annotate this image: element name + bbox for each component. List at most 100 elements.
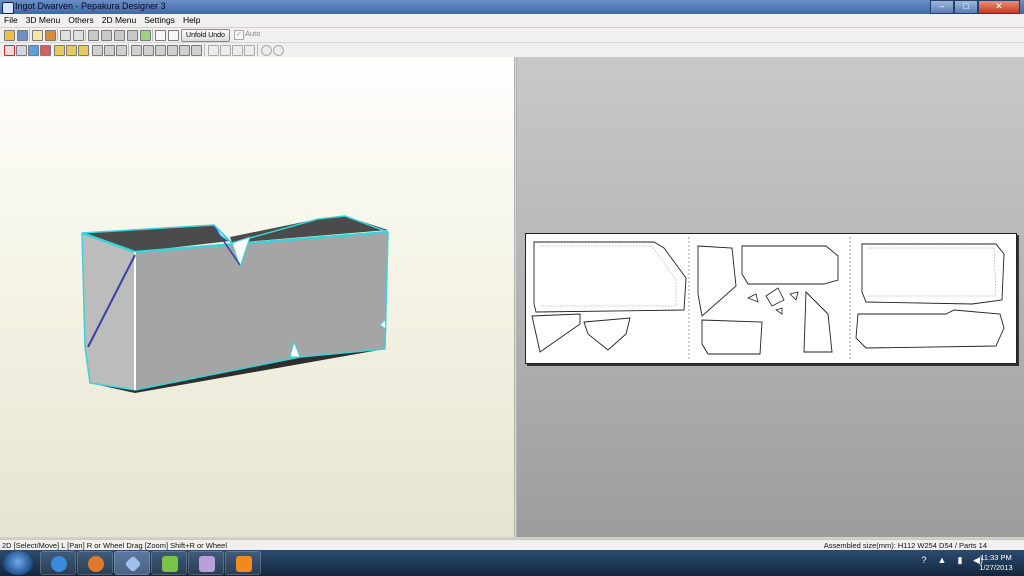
menu-3d[interactable]: 3D Menu [22, 14, 65, 27]
status-hint: 2D [Select/Move] L [Pan] R or Wheel Drag… [2, 541, 228, 550]
tool-icon[interactable] [116, 45, 127, 56]
part-outline [861, 243, 1005, 305]
tool-icon[interactable] [167, 45, 178, 56]
texture-icon[interactable] [45, 30, 56, 41]
pencil-icon[interactable] [88, 30, 99, 41]
taskbar: ? ▲ ▮ ◀) 11:33 PM 1/27/2013 [0, 550, 1024, 576]
menu-others[interactable]: Others [64, 14, 98, 27]
tool-icon[interactable] [40, 45, 51, 56]
edit-toolbar [0, 43, 1024, 58]
3d-model[interactable] [0, 57, 514, 537]
3d-view[interactable] [0, 57, 514, 537]
part-outline [697, 245, 737, 317]
taskbar-photo-button[interactable] [225, 551, 261, 575]
tool-icon[interactable] [54, 45, 65, 56]
tool-icon[interactable] [143, 45, 154, 56]
tool-icon[interactable] [28, 45, 39, 56]
pepakura-icon [124, 555, 142, 573]
window-title: Ingot Dwarven - Pepakura Designer 3 [15, 1, 166, 11]
part-outline [533, 241, 687, 313]
open-icon[interactable] [4, 30, 15, 41]
tool-icon[interactable] [191, 45, 202, 56]
tool-icon[interactable] [155, 45, 166, 56]
notepad-icon [162, 556, 178, 572]
app-icon[interactable] [2, 2, 14, 14]
media-icon [199, 556, 215, 572]
tool-icon[interactable] [104, 45, 115, 56]
menu-help[interactable]: Help [179, 14, 204, 27]
3d-view-icon[interactable] [32, 30, 43, 41]
part-outline [803, 290, 833, 353]
tool-icon[interactable] [131, 45, 142, 56]
copy-icon[interactable] [127, 30, 138, 41]
window-icon[interactable] [168, 30, 179, 41]
menu-file[interactable]: File [0, 14, 22, 27]
photo-icon [236, 556, 252, 572]
part-outline [741, 245, 839, 285]
maximize-button[interactable]: □ [954, 0, 978, 14]
2d-view[interactable] [517, 57, 1024, 537]
part-outline [765, 287, 785, 307]
auto-label: Auto [245, 29, 261, 38]
taskbar-pepakura-button[interactable] [114, 551, 150, 575]
auto-checkbox[interactable]: ✓ [234, 30, 244, 40]
minimize-button[interactable]: – [930, 0, 954, 14]
align-icon[interactable] [220, 45, 231, 56]
status-size: Assembled size(mm): H112 W254 D54 / Part… [823, 541, 987, 550]
blender-icon [88, 556, 104, 572]
toolbar-separator [85, 29, 86, 41]
unfold-undo-button[interactable]: Unfold Undo [181, 29, 230, 42]
part-outline [775, 307, 783, 315]
clock[interactable]: 11:33 PM 1/27/2013 [976, 553, 1016, 573]
menu-2d[interactable]: 2D Menu [98, 14, 141, 27]
undo-icon[interactable] [60, 30, 71, 41]
toolbar-separator [204, 44, 205, 56]
menu-settings[interactable]: Settings [140, 14, 179, 27]
zoom-icon[interactable] [261, 45, 272, 56]
toolbar-separator [29, 29, 30, 41]
part-outline [701, 319, 763, 355]
taskbar-ie-button[interactable] [40, 551, 76, 575]
internet-explorer-icon [51, 556, 67, 572]
align-icon[interactable] [208, 45, 219, 56]
part-outline [583, 317, 631, 351]
taskbar-blender-button[interactable] [77, 551, 113, 575]
title-bar: Ingot Dwarven - Pepakura Designer 3 – □ … [0, 0, 1024, 14]
tool-icon[interactable] [66, 45, 77, 56]
select-icon[interactable] [4, 45, 15, 56]
align-icon[interactable] [244, 45, 255, 56]
network-icon[interactable]: ▮ [954, 554, 966, 566]
system-tray: ? ▲ ▮ ◀) [918, 554, 984, 566]
toolbar-separator [57, 29, 58, 41]
taskbar-notepad-button[interactable] [151, 551, 187, 575]
part-outline [531, 313, 581, 353]
clock-time: 11:33 PM [980, 553, 1012, 562]
window-controls: – □ ✕ [930, 0, 1020, 14]
clock-date: 1/27/2013 [979, 563, 1013, 572]
toolbar-separator [128, 44, 129, 56]
main-toolbar: Unfold Undo ✓ Auto [0, 28, 1024, 43]
zoom-icon[interactable] [273, 45, 284, 56]
window-icon[interactable] [155, 30, 166, 41]
align-icon[interactable] [232, 45, 243, 56]
tool-icon[interactable] [16, 45, 27, 56]
part-outline [747, 293, 759, 303]
help-icon[interactable]: ? [918, 554, 930, 566]
taskbar-media-button[interactable] [188, 551, 224, 575]
print-icon[interactable] [140, 30, 151, 41]
anchor-icon[interactable] [114, 30, 125, 41]
redo-icon[interactable] [73, 30, 84, 41]
menu-bar: File 3D Menu Others 2D Menu Settings Hel… [0, 14, 1024, 27]
toolbar-separator [152, 29, 153, 41]
model-left-face [82, 233, 135, 390]
tool-icon[interactable] [179, 45, 190, 56]
part-outline [855, 309, 1005, 349]
unfolded-parts [531, 237, 1005, 360]
tray-expand-icon[interactable]: ▲ [936, 554, 948, 566]
tool-icon[interactable] [78, 45, 89, 56]
save-icon[interactable] [17, 30, 28, 41]
close-button[interactable]: ✕ [978, 0, 1020, 14]
tool-icon[interactable] [101, 30, 112, 41]
tool-icon[interactable] [92, 45, 103, 56]
start-button[interactable] [3, 551, 33, 575]
